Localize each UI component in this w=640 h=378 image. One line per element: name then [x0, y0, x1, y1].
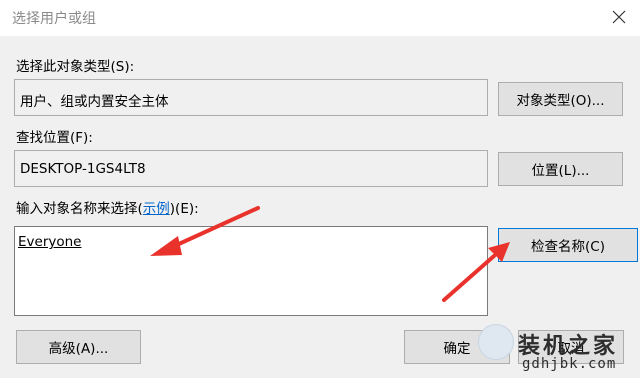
watermark-logo-icon — [478, 324, 514, 360]
object-type-value: 用户、组或内置安全主体 — [20, 94, 169, 110]
location-value: DESKTOP-1GS4LT8 — [20, 161, 146, 177]
location-field: DESKTOP-1GS4LT8 — [14, 150, 488, 187]
close-button[interactable] — [604, 4, 634, 30]
object-type-label: 选择此对象类型(S): — [16, 59, 135, 75]
object-name-entry[interactable]: Everyone — [18, 234, 82, 250]
names-label: 输入对象名称来选择(示例)(E): — [16, 197, 199, 217]
locations-button-label: 位置(L)... — [531, 163, 590, 179]
advanced-button[interactable]: 高级(A)... — [16, 330, 141, 364]
watermark: 装机之家 gdhjbk.com — [478, 322, 640, 378]
dialog-title: 选择用户或组 — [12, 11, 96, 27]
names-label-text: 输入对象名称来选择( — [16, 201, 143, 217]
names-label-suffix: )(E): — [169, 201, 199, 217]
location-label: 查找位置(F): — [16, 130, 93, 146]
title-bar: 选择用户或组 — [0, 0, 640, 36]
object-type-field: 用户、组或内置安全主体 — [14, 79, 488, 116]
ok-button-label: 确定 — [443, 341, 471, 357]
close-icon — [612, 10, 626, 24]
examples-link[interactable]: 示例 — [143, 201, 170, 217]
locations-button[interactable]: 位置(L)... — [498, 152, 623, 186]
watermark-url: gdhjbk.com — [522, 356, 617, 372]
check-names-button-label: 检查名称(C) — [531, 239, 605, 255]
object-types-button[interactable]: 对象类型(O)... — [498, 82, 623, 116]
check-names-button[interactable]: 检查名称(C) — [498, 228, 638, 262]
advanced-button-label: 高级(A)... — [48, 341, 109, 357]
object-types-button-label: 对象类型(O)... — [516, 93, 605, 109]
object-names-input[interactable]: Everyone — [14, 226, 488, 316]
